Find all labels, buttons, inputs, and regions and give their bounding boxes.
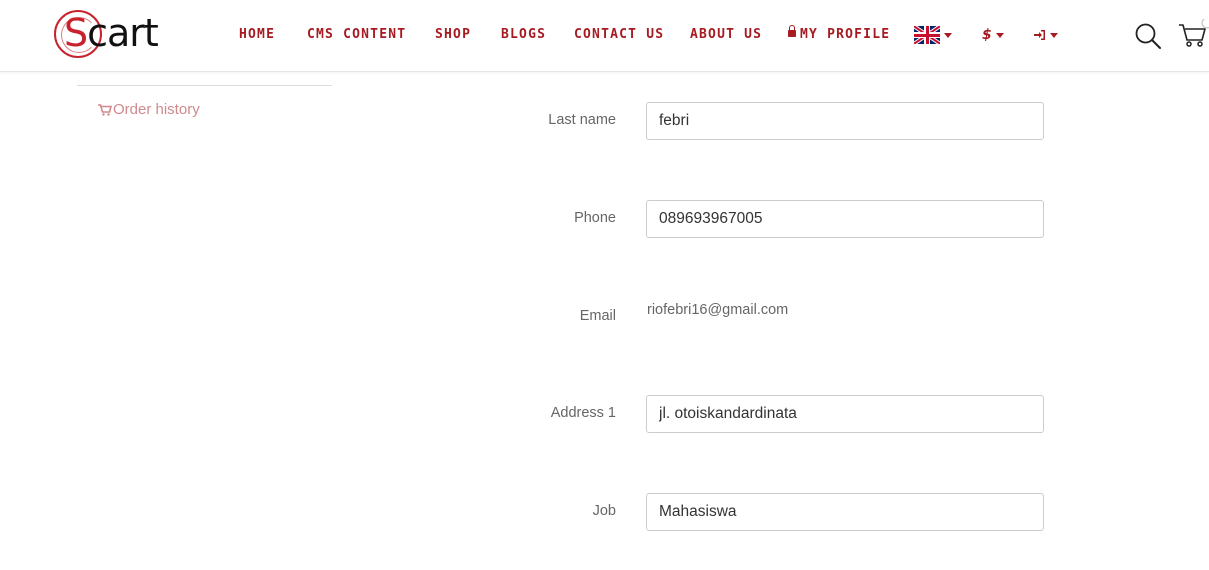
nav-shop[interactable]: SHOP bbox=[435, 27, 471, 42]
address1-label: Address 1 bbox=[550, 405, 616, 421]
chevron-down-icon bbox=[1050, 32, 1058, 38]
uk-flag-icon bbox=[914, 26, 940, 44]
sidebar-item-label: Order history bbox=[113, 101, 200, 118]
nav-about-us[interactable]: ABOUT US bbox=[690, 27, 762, 42]
logo-text: Scart bbox=[64, 11, 159, 55]
nav-blogs[interactable]: BLOGS bbox=[501, 27, 546, 42]
email-label: Email bbox=[579, 308, 616, 324]
account-dropdown[interactable] bbox=[1034, 24, 1058, 46]
currency-dropdown[interactable]: $ bbox=[982, 24, 1004, 46]
last-name-field[interactable] bbox=[646, 102, 1044, 140]
sign-in-icon bbox=[1034, 30, 1045, 40]
chevron-down-icon bbox=[944, 32, 952, 38]
chevron-down-icon bbox=[995, 32, 1004, 38]
nav-my-profile-label: MY PROFILE bbox=[800, 27, 891, 42]
job-label: Job bbox=[592, 503, 616, 519]
search-icon[interactable] bbox=[1134, 22, 1162, 50]
email-value: riofebri16@gmail.com bbox=[647, 302, 789, 318]
phone-field[interactable] bbox=[646, 200, 1044, 238]
cart-icon[interactable] bbox=[1178, 19, 1209, 49]
scart-logo[interactable]: Scart bbox=[52, 9, 167, 61]
address1-field[interactable] bbox=[646, 395, 1044, 433]
site-header: Scart HOME CMS CONTENT SHOP BLOGS CONTAC… bbox=[0, 0, 1209, 72]
last-name-label: Last name bbox=[548, 112, 616, 128]
cart-icon bbox=[98, 103, 112, 116]
lock-icon bbox=[788, 25, 796, 37]
nav-contact-us[interactable]: CONTACT US bbox=[574, 27, 664, 42]
phone-label: Phone bbox=[574, 210, 616, 226]
job-field[interactable] bbox=[646, 493, 1044, 531]
currency-symbol: $ bbox=[982, 27, 992, 43]
sidebar-item-order-history[interactable]: Order history bbox=[98, 101, 200, 118]
nav-cms-content[interactable]: CMS CONTENT bbox=[307, 27, 406, 42]
nav-home[interactable]: HOME bbox=[239, 27, 275, 42]
nav-my-profile[interactable]: MY PROFILE bbox=[788, 25, 891, 42]
language-dropdown[interactable] bbox=[914, 24, 952, 46]
sidebar-divider bbox=[77, 85, 332, 86]
